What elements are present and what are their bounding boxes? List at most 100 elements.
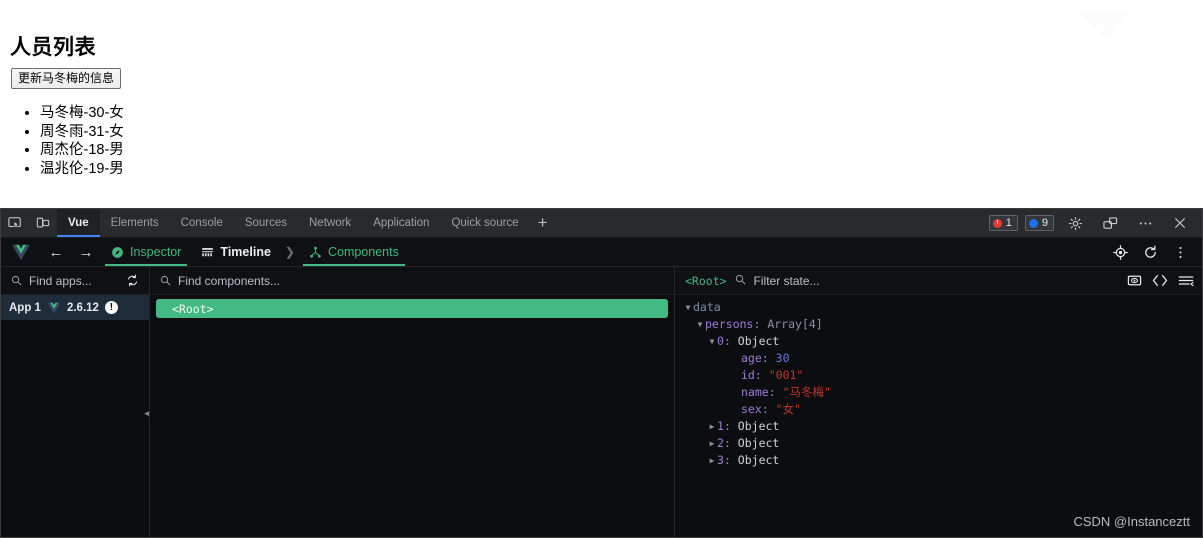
apps-panel: Find apps... App 1 2.6.12 ! ◀ (1, 267, 151, 537)
list-item: 周冬雨-31-女 (40, 123, 124, 142)
devtools-panel: Vue Elements Console Sources Network App… (0, 208, 1203, 538)
state-value: Array[4] (767, 317, 823, 331)
person-list: 马冬梅-30-女 周冬雨-31-女 周杰伦-18-男 温兆伦-19-男 (14, 104, 124, 178)
inspect-element-icon[interactable] (1, 209, 29, 237)
state-separator: : (761, 402, 776, 416)
state-tree-row[interactable]: id: "001" (675, 367, 1202, 384)
state-tree: datapersons: Array[4]0: Objectage: 30id:… (675, 295, 1202, 469)
state-value: Object (737, 419, 780, 433)
vue-tab-timeline[interactable]: Timeline (191, 238, 280, 266)
chevron-down-icon[interactable] (707, 333, 717, 350)
state-value: "001" (768, 368, 804, 382)
app-list-item[interactable]: App 1 2.6.12 ! (1, 295, 149, 320)
components-tree-icon (309, 246, 322, 259)
tab-network[interactable]: Network (298, 209, 362, 237)
state-key: sex (741, 402, 762, 416)
tab-quick-source[interactable]: Quick source (440, 209, 529, 237)
state-key: age (741, 351, 762, 365)
component-tree-node-root[interactable]: <Root> (156, 299, 668, 318)
update-person-button[interactable]: 更新马冬梅的信息 (11, 68, 122, 89)
state-key: persons (705, 317, 754, 331)
state-tree-row[interactable]: persons: Array[4] (675, 316, 1202, 333)
chevron-right-icon[interactable] (707, 452, 717, 469)
state-root-label: <Root> (685, 273, 727, 288)
find-apps-search[interactable]: Find apps... (1, 267, 149, 295)
vue-tab-components-label: Components (327, 245, 399, 259)
state-tree-row[interactable]: data (675, 299, 1202, 316)
nav-forward-button[interactable]: → (71, 238, 101, 266)
open-in-editor-icon[interactable] (1152, 274, 1168, 287)
info-count-badge[interactable]: 9 (1024, 215, 1054, 231)
state-tree-row[interactable]: 2: Object (675, 435, 1202, 452)
list-item: 马冬梅-30-女 (40, 104, 124, 123)
nav-back-button[interactable]: ← (41, 238, 71, 266)
state-separator: : (754, 368, 769, 382)
vue-devtools-body: Find apps... App 1 2.6.12 ! ◀ Find compo… (1, 267, 1202, 537)
state-key: data (693, 300, 721, 314)
refresh-icon[interactable] (1136, 238, 1164, 267)
state-separator: : (761, 351, 776, 365)
more-options-icon[interactable] (1131, 216, 1159, 231)
tab-vue[interactable]: Vue (57, 209, 100, 237)
state-value: Object (737, 453, 780, 467)
dock-side-icon[interactable] (1096, 216, 1124, 231)
state-separator: : (723, 419, 738, 433)
state-tree-row[interactable]: 3: Object (675, 452, 1202, 469)
find-components-search[interactable]: Find components... (150, 267, 674, 295)
tab-application[interactable]: Application (362, 209, 440, 237)
vue-tab-inspector[interactable]: Inspector (101, 238, 191, 266)
close-icon[interactable] (1166, 216, 1194, 230)
vue-tab-components[interactable]: Components (299, 238, 409, 266)
collapse-all-icon[interactable] (1178, 274, 1194, 287)
component-tree: <Root> (150, 295, 674, 318)
info-icon (1028, 218, 1038, 228)
add-tab-button[interactable]: + (530, 209, 556, 237)
kebab-menu-icon[interactable] (1166, 238, 1194, 267)
state-separator: : (753, 317, 768, 331)
state-tree-row[interactable]: 0: Object (675, 333, 1202, 350)
inspect-dom-icon[interactable] (1127, 273, 1142, 288)
state-key: 2 (717, 436, 724, 450)
refresh-sync-icon[interactable] (126, 274, 139, 287)
state-separator: : (723, 436, 738, 450)
browser-page-content: 人员列表 更新马冬梅的信息 马冬梅-30-女 周冬雨-31-女 周杰伦-18-男… (0, 0, 1203, 208)
warning-badge-icon: ! (104, 301, 118, 314)
tab-elements[interactable]: Elements (100, 209, 170, 237)
state-tree-row[interactable]: age: 30 (675, 350, 1202, 367)
state-key: 0 (717, 334, 724, 348)
device-toolbar-icon[interactable] (29, 209, 57, 237)
list-item: 周杰伦-18-男 (40, 141, 124, 160)
tab-sources[interactable]: Sources (234, 209, 298, 237)
state-panel-header: <Root> Filter state... (675, 267, 1202, 295)
search-icon (160, 275, 171, 286)
state-tree-row[interactable]: 1: Object (675, 418, 1202, 435)
chevron-right-icon[interactable] (707, 418, 717, 435)
list-item: 温兆伦-19-男 (40, 160, 124, 179)
state-tree-row[interactable]: name: "马冬梅" (675, 384, 1202, 401)
state-key: 3 (717, 453, 724, 467)
chevron-down-icon[interactable] (683, 299, 693, 316)
state-value: "女" (775, 402, 801, 416)
state-tree-row[interactable]: sex: "女" (675, 401, 1202, 418)
breadcrumb-separator: ❯ (284, 245, 295, 259)
select-component-icon[interactable] (1106, 238, 1134, 267)
state-key: 1 (717, 419, 724, 433)
tab-console[interactable]: Console (170, 209, 234, 237)
state-panel: <Root> Filter state... dat (674, 267, 1202, 537)
app-name: App 1 (9, 301, 41, 314)
chevron-down-icon[interactable] (695, 316, 705, 333)
search-icon (11, 275, 22, 286)
state-value: Object (737, 436, 780, 450)
error-icon (992, 218, 1002, 228)
error-count-badge[interactable]: 1 (988, 215, 1018, 231)
gear-icon[interactable] (1061, 216, 1089, 231)
state-value: 30 (775, 351, 790, 365)
vue-logo-small-icon (47, 302, 61, 314)
state-separator: : (723, 453, 738, 467)
chevron-right-icon[interactable] (707, 435, 717, 452)
app-version: 2.6.12 (66, 301, 99, 314)
error-count: 1 (1005, 217, 1012, 229)
filter-state-placeholder[interactable]: Filter state... (754, 274, 820, 288)
components-panel: Find components... <Root> (149, 267, 674, 537)
csdn-watermark: CSDN @Instanceztt (1073, 514, 1190, 529)
